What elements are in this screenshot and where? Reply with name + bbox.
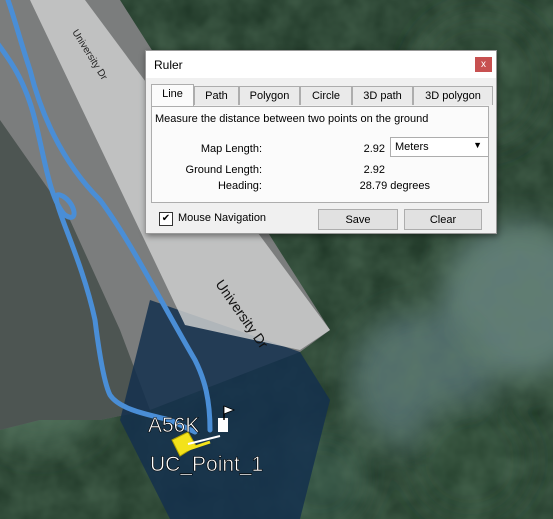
clear-button[interactable]: Clear — [404, 209, 482, 230]
ground-length-label: Ground Length: — [185, 164, 262, 176]
unit-select[interactable]: Meters ▼ — [390, 137, 489, 157]
ruler-dialog: Ruler x Line Path Polygon Circle 3D path… — [145, 50, 497, 234]
mouse-navigation-checkbox[interactable]: ✔ — [159, 212, 173, 226]
line-tab-panel: Measure the distance between two points … — [151, 106, 489, 203]
chevron-down-icon: ▼ — [473, 140, 482, 150]
ground-length-value: 2.92 — [363, 164, 385, 176]
close-button[interactable]: x — [475, 57, 492, 72]
tab-circle[interactable]: Circle — [300, 86, 352, 105]
tab-path[interactable]: Path — [194, 86, 239, 105]
tab-line[interactable]: Line — [151, 84, 194, 106]
tab-polygon[interactable]: Polygon — [239, 86, 300, 105]
save-button[interactable]: Save — [318, 209, 398, 230]
map-length-value: 2.92 — [363, 143, 385, 155]
mouse-navigation-label[interactable]: Mouse Navigation — [178, 212, 266, 224]
placemark-label-a56k[interactable]: A56K — [148, 414, 200, 438]
placemark-label-uc-point-1[interactable]: UC_Point_1 — [150, 453, 264, 477]
map-length-label: Map Length: — [200, 143, 262, 155]
dialog-title: Ruler — [154, 58, 183, 72]
unit-select-value: Meters — [395, 141, 429, 153]
tab-3d-path[interactable]: 3D path — [352, 86, 413, 105]
title-bar[interactable]: Ruler x — [146, 51, 496, 78]
tab-3d-polygon[interactable]: 3D polygon — [413, 86, 493, 105]
description-text: Measure the distance between two points … — [155, 113, 429, 125]
heading-label: Heading: — [217, 180, 262, 192]
heading-value: 28.79 degrees — [359, 180, 430, 192]
